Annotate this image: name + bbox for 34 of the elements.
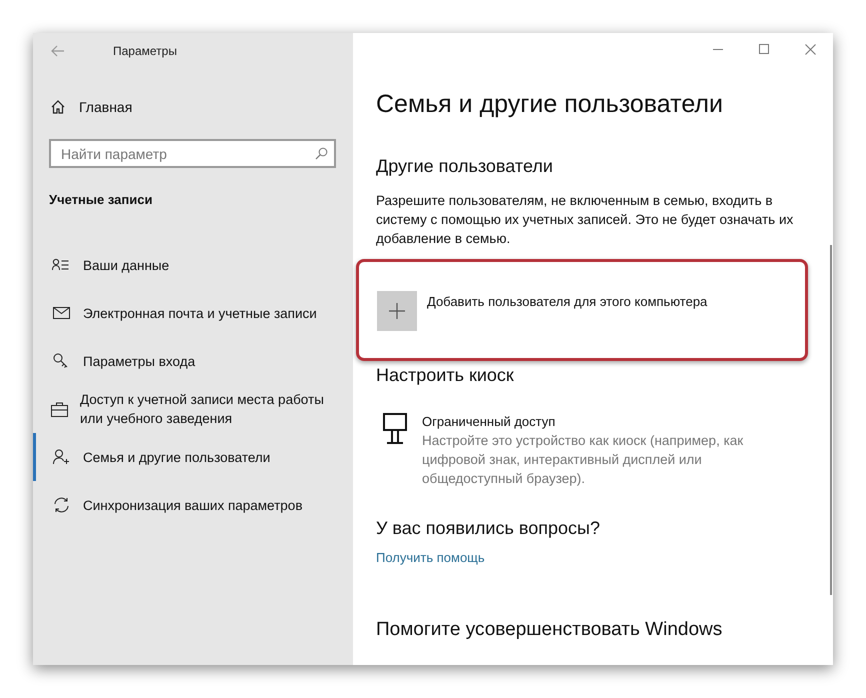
- sidebar-item[interactable]: Ваши данные: [33, 241, 353, 289]
- back-arrow-icon[interactable]: [51, 44, 65, 56]
- minimize-icon: [713, 48, 723, 50]
- scrollbar[interactable]: [830, 245, 832, 595]
- briefcase-icon: [51, 402, 68, 416]
- section-heading: Другие пользователи: [376, 156, 553, 177]
- add-user-button[interactable]: Добавить пользователя для этого компьютера: [376, 267, 806, 355]
- sidebar-item[interactable]: Синхронизация ваших параметров: [33, 481, 353, 529]
- section-heading: У вас появились вопросы?: [376, 518, 600, 539]
- home-icon: [50, 99, 66, 115]
- person-add-icon: [52, 449, 70, 465]
- sidebar-item[interactable]: Электронная почта и учетные записи: [33, 289, 353, 337]
- description-text: Разрешите пользователям, не включенным в семью, входить в систему с помощью их учетных записей. Это не будет означать их добавление в семью.: [376, 192, 794, 248]
- plus-icon: [389, 303, 405, 319]
- window-title: Параметры: [113, 44, 177, 58]
- search-icon: [315, 147, 328, 160]
- search-field[interactable]: Найти параметр: [49, 139, 336, 168]
- kiosk-option-description: Настройте это устройство как киоск (например, как цифровой знак, интерактивный дисплей или общедоступный браузер).: [422, 432, 744, 488]
- home-nav-item[interactable]: Главная: [33, 97, 353, 117]
- sidebar-item[interactable]: Доступ к учетной записи места работы или учебного заведения: [33, 385, 353, 433]
- page-title: Семья и другие пользователи: [376, 90, 723, 119]
- kiosk-icon: [383, 413, 407, 445]
- sync-icon: [52, 497, 70, 513]
- sidebar-item[interactable]: Параметры входа: [33, 337, 353, 385]
- person-list-icon: [52, 258, 70, 272]
- section-heading: Помогите усовершенствовать Windows: [376, 619, 722, 641]
- section-heading: Учетные записи: [49, 192, 154, 207]
- close-icon: [804, 44, 816, 54]
- help-link[interactable]: Получить помощь: [376, 550, 485, 565]
- maximize-icon: [759, 44, 769, 54]
- key-icon: [53, 353, 69, 369]
- kiosk-option-title[interactable]: Ограниченный доступ: [422, 413, 767, 431]
- envelope-icon: [52, 307, 70, 319]
- section-heading: Настроить киоск: [376, 365, 514, 386]
